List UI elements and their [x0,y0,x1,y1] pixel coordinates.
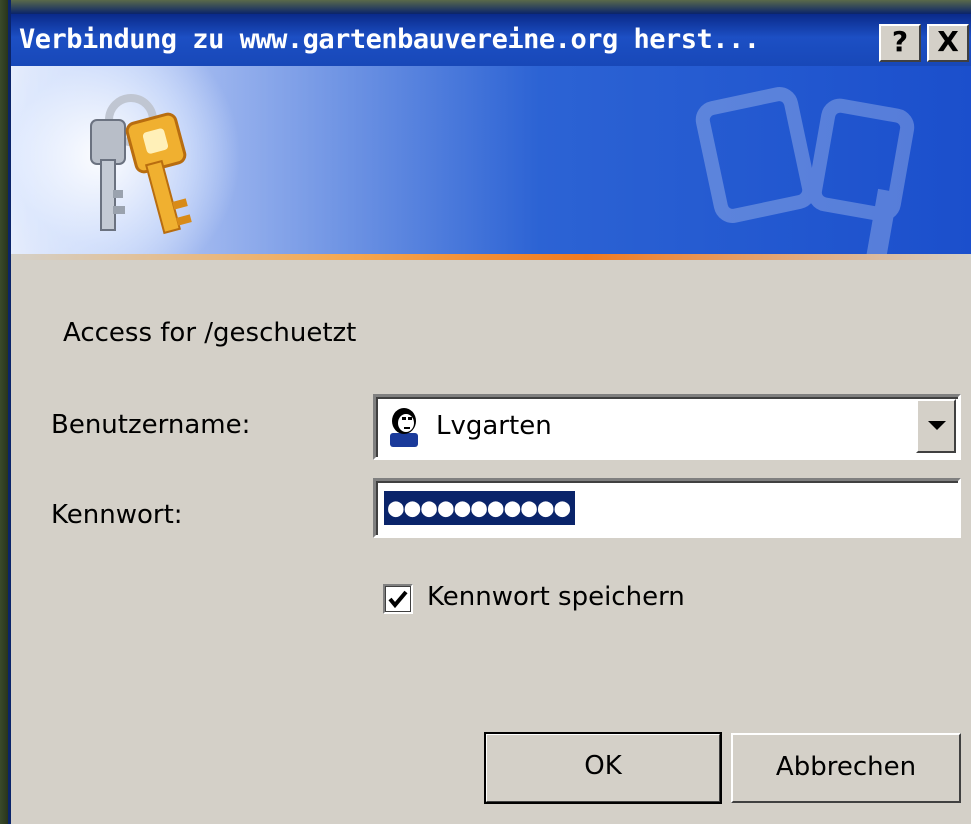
banner-accent-line [11,254,971,260]
help-button[interactable]: ? [879,24,921,62]
background-keys-watermark [695,87,915,254]
username-value: Lvgarten [436,411,552,441]
ok-button[interactable]: OK [484,732,722,804]
checkmark-icon [388,590,408,609]
window-title: Verbindung zu www.gartenbauvereine.org h… [19,24,760,55]
remember-password-label[interactable]: Kennwort speichern [427,582,685,612]
titlebar[interactable]: Verbindung zu www.gartenbauvereine.org h… [11,14,971,66]
login-dialog: Verbindung zu www.gartenbauvereine.org h… [8,0,971,824]
remember-password-checkbox[interactable] [383,584,413,614]
username-label: Benutzername: [51,410,251,440]
titlebar-edge [11,0,971,14]
dropdown-button[interactable] [916,399,956,453]
password-value: ●●●●●●●●●●● [384,491,576,525]
password-field[interactable]: ●●●●●●●●●●● [373,478,961,538]
realm-text: Access for /geschuetzt [63,318,357,348]
keys-icon [90,94,192,235]
chevron-down-icon [928,421,946,430]
banner [11,66,971,254]
password-label: Kennwort: [51,500,183,530]
user-icon [390,408,418,447]
username-combobox[interactable]: Lvgarten [373,394,961,460]
close-button[interactable]: X [927,24,969,62]
cancel-button[interactable]: Abbrechen [731,733,961,803]
